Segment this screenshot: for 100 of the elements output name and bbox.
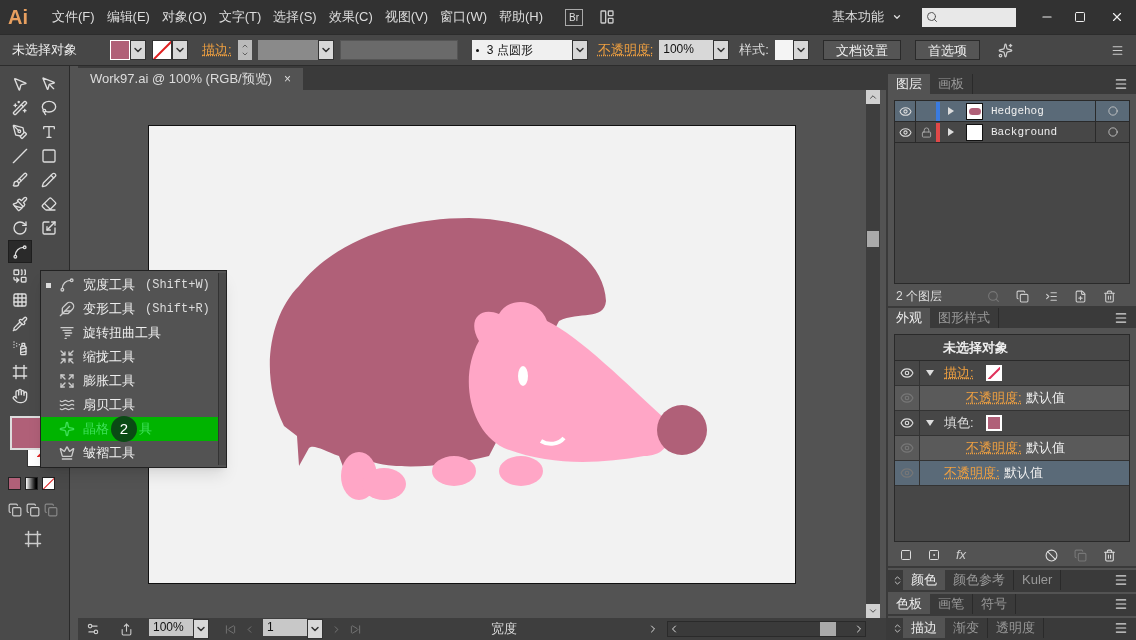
- flyout-menu-item[interactable]: 缩拢工具: [41, 345, 218, 369]
- flyout-menu-item[interactable]: 变形工具 (Shift+R): [41, 297, 218, 321]
- menu-item[interactable]: 效果(C): [322, 7, 379, 27]
- draw-inside-icon[interactable]: [44, 503, 58, 517]
- tab-close-button[interactable]: ×: [284, 70, 292, 88]
- flyout-menu-item[interactable]: 扇贝工具: [41, 393, 218, 417]
- trash-icon[interactable]: [1103, 289, 1116, 303]
- share-icon[interactable]: [120, 622, 133, 636]
- horizontal-scrollbar[interactable]: [667, 621, 866, 637]
- collapse-icon[interactable]: [892, 623, 903, 634]
- stroke-link[interactable]: 描边:: [202, 40, 232, 60]
- opacity-link[interactable]: 不透明度:: [597, 40, 654, 60]
- layer-row[interactable]: Hedgehog: [895, 101, 1129, 122]
- vertical-scrollbar[interactable]: [866, 90, 880, 618]
- menu-item[interactable]: 选择(S): [267, 7, 323, 27]
- style-swatch[interactable]: [774, 40, 793, 60]
- menu-item[interactable]: 帮助(H): [493, 7, 550, 27]
- scroll-down-icon[interactable]: [868, 606, 878, 616]
- attribute-label[interactable]: 描边:: [944, 363, 974, 383]
- new-layer-icon[interactable]: [1074, 289, 1087, 303]
- panel-tab[interactable]: 画板: [930, 74, 973, 94]
- flyout-menu-item[interactable]: 膨胀工具: [41, 369, 218, 393]
- close-icon[interactable]: [1110, 10, 1124, 24]
- eye-icon[interactable]: [898, 104, 912, 118]
- artboard-field[interactable]: 1: [263, 619, 307, 636]
- target-circle-icon[interactable]: [1107, 127, 1118, 137]
- attribute-label[interactable]: 填色:: [944, 413, 974, 433]
- clipping-mask-icon[interactable]: [1016, 289, 1029, 303]
- menu-item[interactable]: 编辑(E): [100, 7, 156, 27]
- stroke-none-swatch[interactable]: [152, 40, 172, 60]
- panel-tab[interactable]: 画笔: [930, 594, 973, 614]
- search-field[interactable]: [922, 7, 1016, 27]
- flyout-menu-item[interactable]: 晶格 2 具: [41, 417, 218, 441]
- new-fill-icon[interactable]: [928, 549, 940, 561]
- caret-icon[interactable]: [713, 40, 730, 60]
- expand-triangle-icon[interactable]: [926, 370, 934, 376]
- caret-icon[interactable]: [130, 40, 146, 60]
- panel-menu-icon[interactable]: [1114, 621, 1128, 635]
- screen-mode-icon[interactable]: [24, 530, 42, 548]
- draw-normal-icon[interactable]: [8, 503, 22, 517]
- appearance-row[interactable]: 描边:: [895, 361, 1129, 386]
- appearance-row[interactable]: 填色:: [895, 411, 1129, 436]
- collapse-icon[interactable]: [892, 575, 903, 586]
- stroke-weight-field[interactable]: [257, 40, 318, 60]
- panel-menu-icon[interactable]: [1114, 77, 1128, 91]
- zoom-field[interactable]: 100%: [149, 619, 193, 636]
- eye-icon[interactable]: [900, 416, 914, 430]
- panel-menu-icon[interactable]: [1114, 573, 1128, 587]
- scroll-thumb[interactable]: [867, 231, 879, 247]
- layer-name[interactable]: Background: [991, 123, 1095, 141]
- menu-item[interactable]: 窗口(W): [434, 7, 493, 27]
- caret-icon[interactable]: [307, 619, 323, 639]
- eye-icon[interactable]: [898, 125, 912, 139]
- expand-triangle-icon[interactable]: [948, 107, 954, 115]
- effects-button[interactable]: fx: [956, 545, 967, 565]
- trash-icon[interactable]: [1103, 548, 1116, 562]
- current-tool-status[interactable]: 宽度: [369, 619, 639, 639]
- gradient-mode-swatch[interactable]: [25, 477, 38, 490]
- layer-row[interactable]: Background: [895, 122, 1129, 143]
- panel-menu-icon[interactable]: [1111, 43, 1124, 57]
- document-tab[interactable]: Work97.ai @ 100% (RGB/预览) ×: [78, 68, 304, 90]
- none-mode-swatch[interactable]: [42, 477, 55, 490]
- brush-dropdown[interactable]: 3 点圆形: [471, 40, 572, 60]
- panel-menu-icon[interactable]: [1114, 311, 1128, 325]
- flyout-menu-item[interactable]: 皱褶工具: [41, 441, 218, 465]
- control-button[interactable]: 文档设置: [822, 40, 901, 60]
- panel-tab[interactable]: 渐变: [945, 618, 988, 638]
- flyout-menu-item[interactable]: 宽度工具 (Shift+W): [41, 273, 218, 297]
- width-tool-icon[interactable]: [8, 240, 32, 263]
- caret-icon[interactable]: [193, 619, 209, 639]
- panel-tab[interactable]: Kuler: [1014, 570, 1062, 590]
- menu-item[interactable]: 对象(O): [155, 7, 213, 27]
- color-mode-swatch[interactable]: [8, 477, 21, 490]
- panel-tab[interactable]: 图层: [888, 74, 930, 94]
- expand-triangle-icon[interactable]: [948, 128, 954, 136]
- draw-behind-icon[interactable]: [26, 503, 40, 517]
- panel-tab[interactable]: 外观: [888, 308, 930, 328]
- lock-icon[interactable]: [920, 126, 932, 138]
- new-sublayer-icon[interactable]: [1045, 289, 1058, 303]
- panel-tab[interactable]: 透明度: [988, 618, 1044, 638]
- panel-menu-icon[interactable]: [1114, 597, 1128, 611]
- panel-tab[interactable]: 描边: [903, 618, 945, 638]
- panel-tab[interactable]: 颜色: [903, 570, 945, 590]
- panel-tab[interactable]: 色板: [888, 594, 930, 614]
- eye-icon[interactable]: [900, 366, 914, 380]
- workspace-switcher[interactable]: 基本功能: [832, 7, 902, 27]
- menu-item[interactable]: 视图(V): [378, 7, 435, 27]
- panel-tab[interactable]: 符号: [973, 594, 1016, 614]
- maximize-icon[interactable]: [1074, 11, 1086, 23]
- bridge-button[interactable]: Br: [565, 8, 584, 26]
- new-stroke-icon[interactable]: [900, 549, 912, 561]
- scroll-thumb[interactable]: [820, 622, 836, 636]
- opacity-field[interactable]: 100%: [659, 40, 714, 60]
- panel-tab[interactable]: 颜色参考: [945, 570, 1014, 590]
- layer-name[interactable]: Hedgehog: [991, 102, 1095, 120]
- menu-item[interactable]: 文件(F): [46, 7, 101, 27]
- menu-item[interactable]: 文字(T): [212, 7, 268, 27]
- expand-triangle-icon[interactable]: [926, 420, 934, 426]
- arrange-documents-icon[interactable]: [599, 9, 616, 25]
- settings-icon[interactable]: [86, 622, 100, 636]
